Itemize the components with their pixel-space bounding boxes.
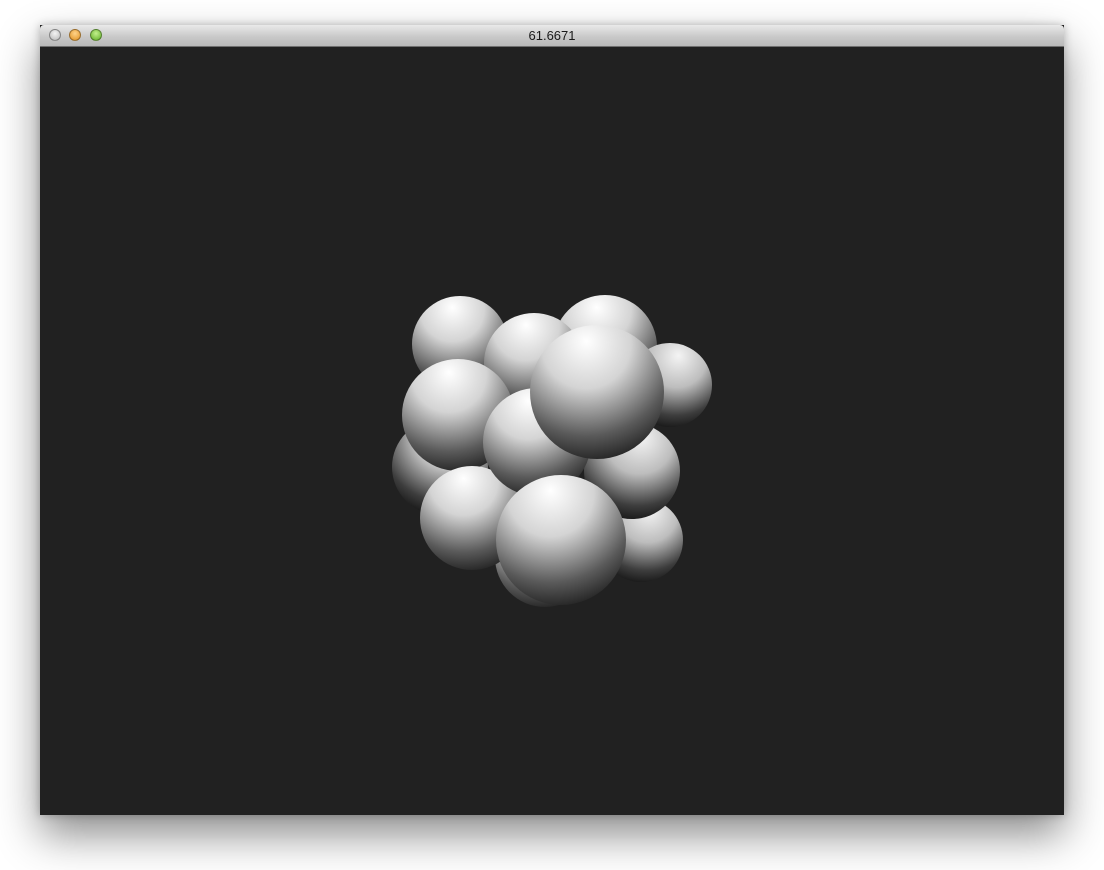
sphere-cluster — [392, 295, 712, 607]
title-bar[interactable]: 61.6671 — [40, 25, 1064, 47]
window-title: 61.6671 — [528, 28, 576, 43]
sphere — [496, 475, 626, 605]
render-viewport[interactable] — [40, 47, 1064, 815]
sphere — [530, 325, 664, 459]
app-window: 61.6671 — [40, 25, 1064, 815]
